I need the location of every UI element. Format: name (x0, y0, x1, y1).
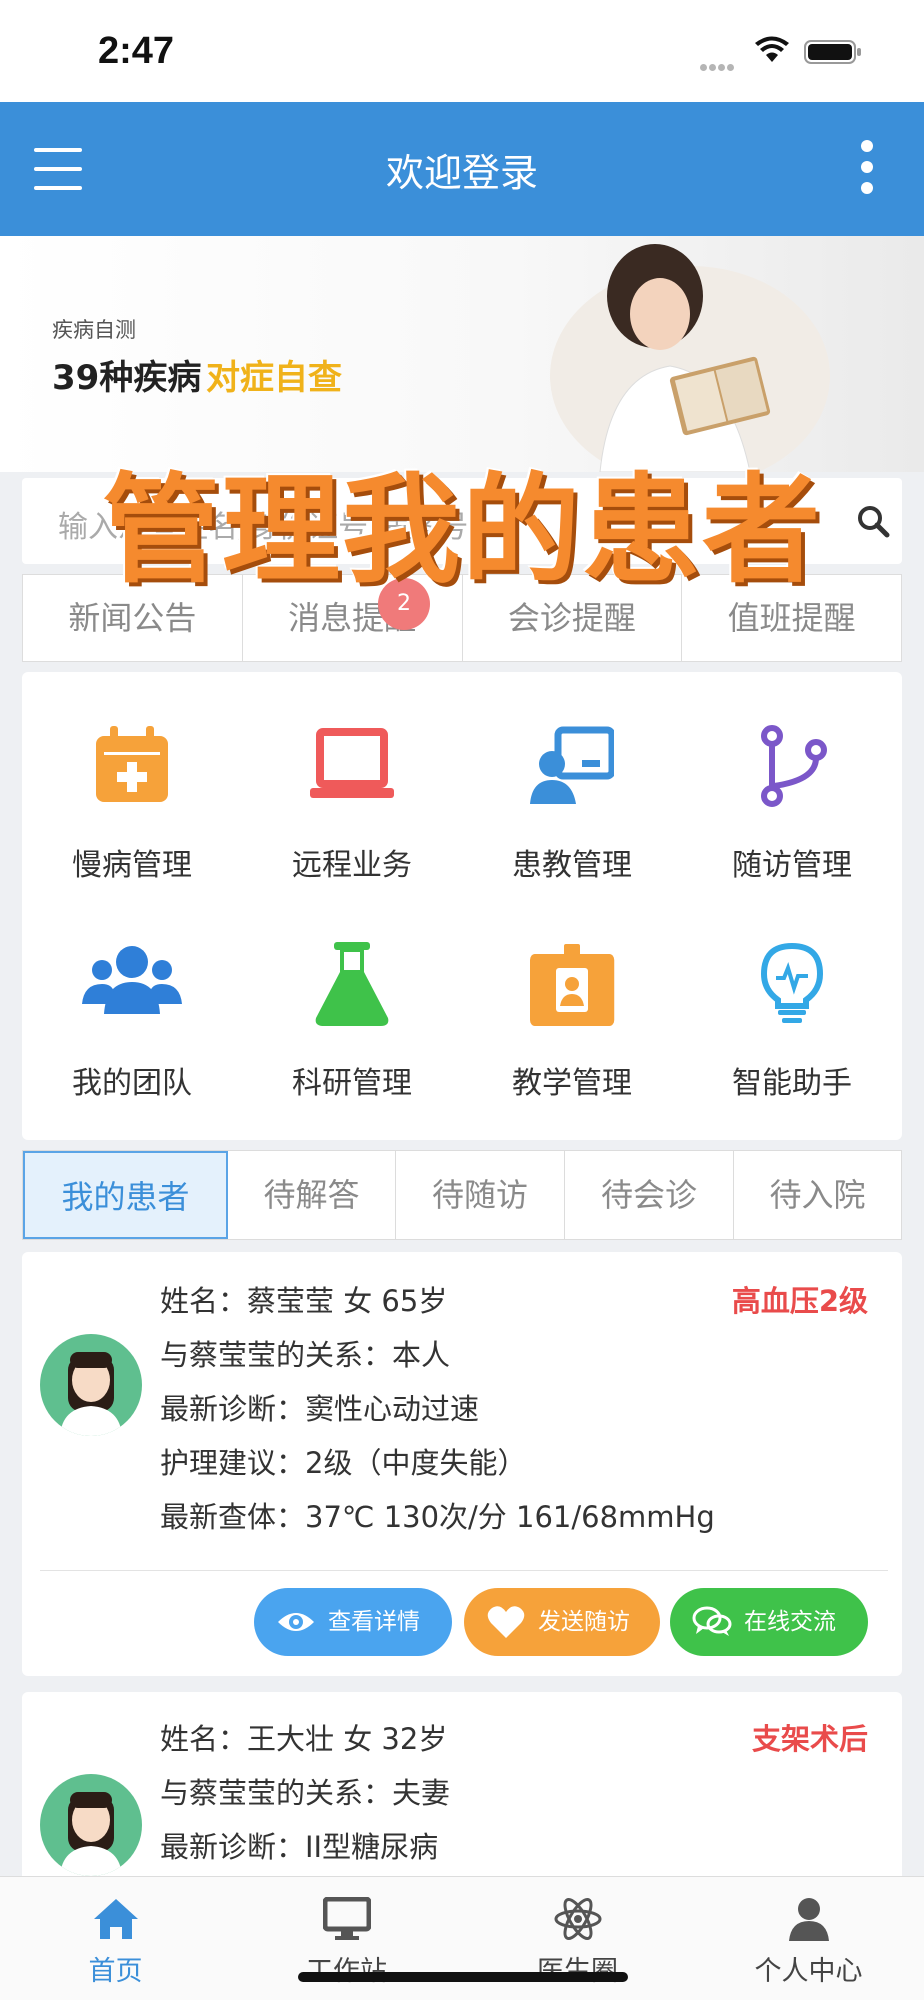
tab-profile[interactable]: 个人中心 (693, 1877, 924, 2000)
banner-title: 39种疾病 (52, 358, 202, 398)
id-badge-icon (530, 944, 615, 1026)
grid-label: 患教管理 (512, 848, 632, 883)
patient-care: 护理建议：2级（中度失能） (160, 1446, 527, 1480)
card-divider (40, 1570, 888, 1571)
app-header: 欢迎登录 (0, 102, 924, 236)
tab-pending-admission[interactable]: 待入院 (734, 1151, 901, 1239)
patient-name-line: 姓名：蔡莹莹 女 65岁 (160, 1284, 448, 1318)
online-chat-button[interactable]: 在线交流 (670, 1588, 868, 1656)
overlay-title: 管理我的患者 (101, 461, 822, 599)
patient-diagnosis: 最新诊断：窦性心动过速 (160, 1392, 480, 1426)
grid-item-team[interactable]: 我的团队 (22, 890, 242, 1101)
more-options-icon[interactable] (860, 140, 874, 194)
wifi-icon (755, 36, 789, 62)
send-followup-label: 发送随访 (538, 1609, 630, 1635)
tab-label: 工作站 (231, 1949, 462, 1988)
online-chat-label: 在线交流 (744, 1609, 836, 1635)
bulb-icon (760, 942, 824, 1023)
teacher-screen-icon (530, 726, 614, 804)
avatar (40, 1774, 142, 1876)
chat-icon (692, 1606, 732, 1636)
flask-icon (315, 942, 389, 1026)
tab-pending-answer[interactable]: 待解答 (228, 1151, 396, 1239)
atom-icon (554, 1898, 602, 1940)
tab-label: 首页 (88, 1956, 143, 1987)
grid-label: 我的团队 (72, 1066, 192, 1101)
tab-home[interactable]: 首页 (0, 1877, 231, 2000)
banner-highlight: 对症自查 (206, 358, 342, 398)
patient-relation: 与蔡莹莹的关系：夫妻 (160, 1776, 451, 1810)
battery-icon (804, 40, 861, 64)
tab-label: 医生圈 (462, 1949, 693, 1988)
patient-exam: 最新查体：37℃ 130次/分 161/68mmHg (160, 1500, 715, 1534)
patient-relation: 与蔡莹莹的关系：本人 (160, 1338, 451, 1372)
grid-label: 随访管理 (732, 848, 852, 883)
page-title: 欢迎登录 (385, 151, 538, 195)
tab-pending-followup[interactable]: 待随访 (396, 1151, 565, 1239)
user-icon (789, 1898, 829, 1941)
grid-item-followup[interactable]: 随访管理 (682, 672, 902, 883)
grid-item-chronic[interactable]: 慢病管理 (22, 672, 242, 883)
send-followup-button[interactable]: 发送随访 (464, 1588, 660, 1656)
grid-label: 教学管理 (512, 1066, 632, 1101)
grid-item-education[interactable]: 患教管理 (462, 672, 682, 883)
home-indicator (298, 1972, 628, 1982)
patient-name-line: 姓名：王大壮 女 32岁 (160, 1722, 448, 1756)
grid-label: 远程业务 (292, 848, 412, 883)
tab-pending-consult[interactable]: 待会诊 (565, 1151, 734, 1239)
tab-label: 个人中心 (754, 1956, 863, 1987)
grid-item-teaching[interactable]: 教学管理 (462, 890, 682, 1101)
home-icon (94, 1899, 138, 1939)
monitor-icon (323, 1897, 371, 1940)
feature-grid: 慢病管理 远程业务 患教管理 随访管理 我的团队 科研管理 教学管理 智能助手 (22, 672, 902, 1140)
status-bar: 2:47 (0, 0, 924, 102)
avatar (40, 1334, 142, 1436)
eye-icon (278, 1613, 314, 1631)
banner-subtitle: 疾病自测 (52, 318, 136, 342)
view-detail-label: 查看详情 (328, 1609, 420, 1635)
grid-label: 科研管理 (292, 1066, 412, 1101)
grid-item-research[interactable]: 科研管理 (242, 890, 462, 1101)
grid-label: 智能助手 (732, 1066, 852, 1101)
calendar-plus-icon (96, 726, 168, 802)
grid-item-assistant[interactable]: 智能助手 (682, 890, 902, 1101)
patient-diagnosis: 最新诊断：II型糖尿病 (160, 1830, 439, 1864)
patient-card[interactable]: 姓名：蔡莹莹 女 65岁 高血压2级 与蔡莹莹的关系：本人 最新诊断：窦性心动过… (22, 1252, 902, 1676)
laptop-icon (310, 728, 394, 798)
branch-icon (761, 725, 827, 807)
patient-tabs: 我的患者 待解答 待随访 待会诊 待入院 (22, 1150, 902, 1240)
diagnosis-tag: 支架术后 (751, 1722, 868, 1756)
signal-icon (700, 56, 736, 75)
heart-icon (487, 1606, 525, 1638)
view-detail-button[interactable]: 查看详情 (254, 1588, 452, 1656)
status-time: 2:47 (98, 30, 175, 72)
grid-label: 慢病管理 (72, 848, 192, 883)
team-icon (82, 946, 182, 1014)
tab-my-patients[interactable]: 我的患者 (23, 1151, 228, 1239)
diagnosis-tag: 高血压2级 (731, 1284, 868, 1318)
patient-card[interactable]: 姓名：王大壮 女 32岁 支架术后 与蔡莹莹的关系：夫妻 最新诊断：II型糖尿病 (22, 1692, 902, 1892)
grid-item-remote[interactable]: 远程业务 (242, 672, 462, 883)
